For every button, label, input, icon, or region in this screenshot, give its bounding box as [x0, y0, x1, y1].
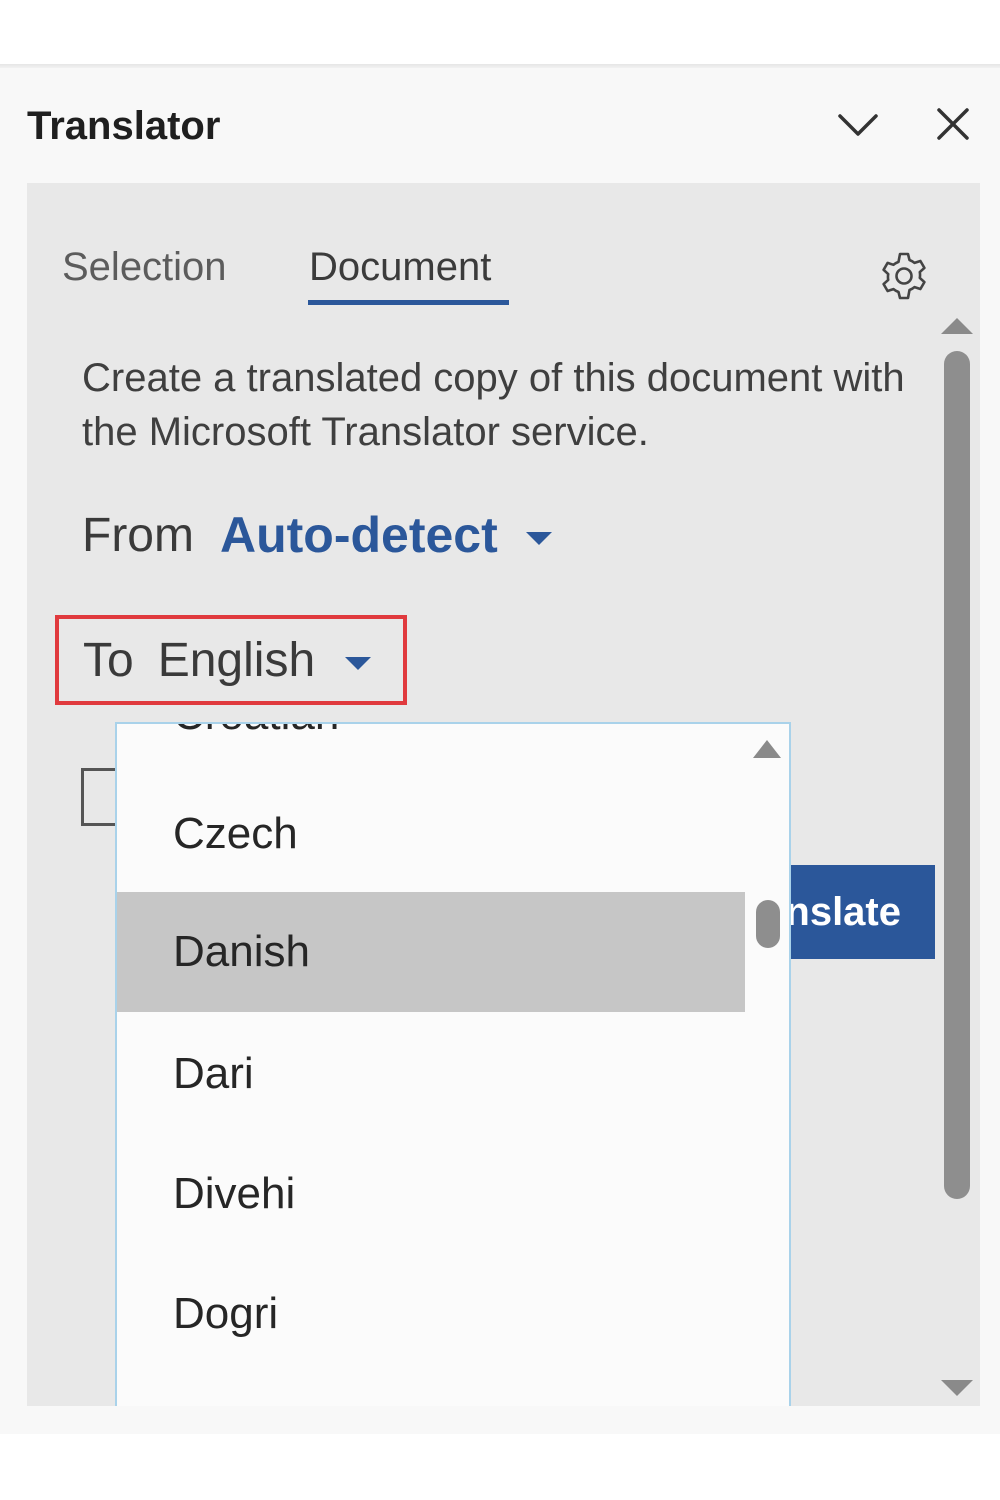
to-label: To: [83, 633, 134, 687]
collapse-pane-button[interactable]: [834, 100, 882, 148]
language-list[interactable]: Croatian Czech Danish Dari Divehi Dogri: [115, 722, 791, 1406]
close-pane-button[interactable]: [929, 100, 977, 148]
scroll-up-arrow-icon[interactable]: [941, 318, 973, 334]
pane-title: Translator: [27, 104, 221, 148]
list-item-clipped[interactable]: Croatian: [173, 724, 339, 740]
list-scrollbar-thumb[interactable]: [756, 900, 780, 948]
settings-button[interactable]: [877, 249, 931, 303]
from-language-value: Auto-detect: [219, 507, 498, 563]
to-language-dropdown[interactable]: To English: [55, 615, 407, 705]
tab-document[interactable]: Document: [309, 245, 491, 290]
list-item-dogri[interactable]: Dogri: [117, 1254, 745, 1374]
list-item-dari[interactable]: Dari: [117, 1014, 745, 1134]
scroll-down-arrow-icon[interactable]: [941, 1380, 973, 1396]
caret-down-icon: [345, 656, 372, 670]
chevron-down-icon: [838, 114, 878, 136]
gear-icon: [882, 252, 926, 300]
window-top-bar: [0, 0, 1000, 64]
caret-down-icon: [525, 531, 552, 545]
scrollbar-thumb[interactable]: [944, 351, 970, 1199]
description-text: Create a translated copy of this documen…: [82, 356, 905, 454]
tab-selection[interactable]: Selection: [62, 245, 227, 290]
list-item-czech[interactable]: Czech: [117, 774, 745, 894]
translate-button-label: nslate: [785, 889, 901, 934]
close-icon: [937, 108, 969, 140]
list-scroll-up-arrow-icon[interactable]: [753, 740, 781, 758]
list-item-divehi[interactable]: Divehi: [117, 1134, 745, 1254]
from-label: From: [82, 508, 194, 562]
active-tab-indicator: [308, 300, 509, 305]
from-language-dropdown[interactable]: From Auto-detect: [82, 505, 552, 565]
list-item-danish[interactable]: Danish: [117, 892, 745, 1012]
to-language-value: English: [157, 633, 316, 687]
